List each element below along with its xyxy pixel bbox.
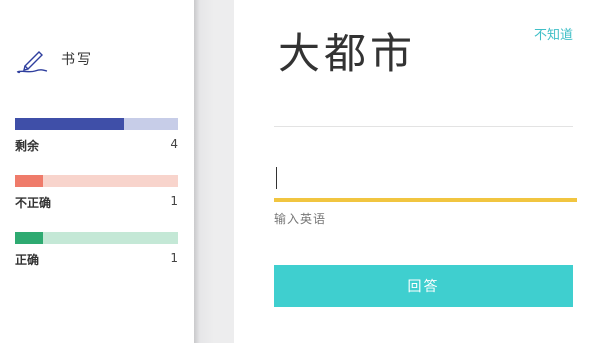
- pen-writing-icon: [16, 51, 48, 74]
- mode-label: 书写: [61, 52, 93, 68]
- dont-know-link[interactable]: 不知道: [534, 24, 573, 43]
- remaining-label: 剩余: [15, 139, 40, 153]
- correct-stat: 正确 1: [15, 232, 178, 268]
- panel-divider: [194, 0, 234, 343]
- remaining-progress-bar: [15, 118, 178, 130]
- incorrect-progress-fill: [15, 175, 43, 187]
- mode-indicator: 书写: [15, 44, 93, 74]
- incorrect-stat: 不正确 1: [15, 175, 178, 211]
- correct-progress-fill: [15, 232, 43, 244]
- remaining-stat: 剩余 4: [15, 118, 178, 154]
- text-caret: [276, 167, 277, 189]
- correct-label: 正确: [15, 253, 40, 267]
- answer-button[interactable]: 回答: [274, 265, 573, 307]
- input-hint: 输入英语: [274, 212, 327, 226]
- sidebar: 书写 剩余 4 不正确 1 正确 1: [0, 0, 194, 343]
- divider: [274, 126, 573, 127]
- correct-count: 1: [170, 251, 178, 265]
- correct-progress-bar: [15, 232, 178, 244]
- incorrect-count: 1: [170, 194, 178, 208]
- remaining-count: 4: [170, 137, 178, 151]
- incorrect-progress-bar: [15, 175, 178, 187]
- prompt-word: 大都市: [278, 29, 417, 78]
- question-panel: 大都市 不知道 输入英语 回答: [234, 0, 607, 343]
- remaining-progress-fill: [15, 118, 125, 130]
- incorrect-label: 不正确: [15, 196, 52, 210]
- answer-input[interactable]: [274, 160, 577, 202]
